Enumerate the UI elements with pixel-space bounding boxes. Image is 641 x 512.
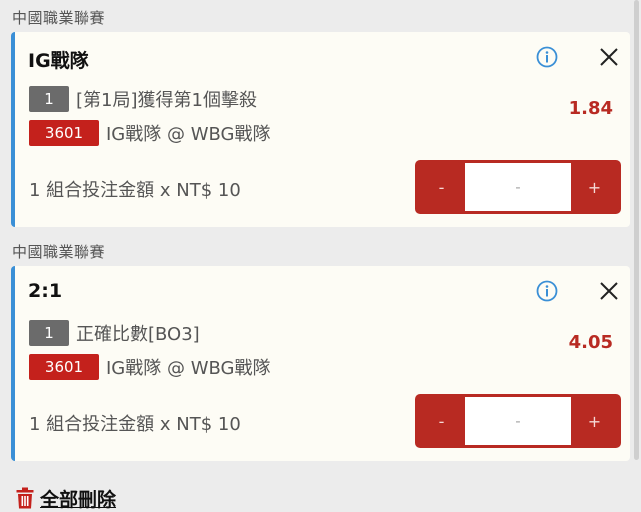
selection-title: 2:1 [28, 280, 63, 302]
stake-stepper: - - + [415, 394, 621, 448]
market-row: 1 [第1局]獲得第1個擊殺 [29, 86, 257, 112]
league-label: 中國職業聯賽 [12, 243, 106, 261]
count-badge: 1 [29, 86, 69, 112]
match-row: 3601 IG戰隊 @ WBG戰隊 [29, 354, 270, 380]
event-id-badge: 3601 [29, 354, 99, 380]
bet-card: IG戰隊 1 [第1局]獲得第1個擊殺 3601 IG戰隊 @ WBG戰隊 1.… [11, 32, 630, 227]
delete-all-label: 全部刪除 [40, 488, 117, 511]
market-row: 1 正確比數[BO3] [29, 320, 200, 346]
stake-summary: 1 組合投注金額 x NT$ 10 [29, 414, 241, 435]
close-icon[interactable] [599, 281, 619, 301]
stake-stepper: - - + [415, 160, 621, 214]
match-name: IG戰隊 @ WBG戰隊 [106, 358, 271, 379]
bet-slip: 中國職業聯賽 IG戰隊 1 [第1局]獲得第1個擊殺 3601 IG戰隊 @ W… [0, 0, 641, 512]
scrollbar[interactable] [634, 0, 639, 460]
bet-card: 2:1 1 正確比數[BO3] 3601 IG戰隊 @ WBG戰隊 4.05 1… [11, 266, 630, 461]
odds-value: 4.05 [568, 332, 613, 353]
league-label: 中國職業聯賽 [12, 9, 106, 27]
event-id-badge: 3601 [29, 120, 99, 146]
decrement-button[interactable]: - [418, 397, 465, 445]
trash-icon [16, 487, 34, 509]
selection-title: IG戰隊 [28, 50, 89, 72]
info-icon[interactable] [536, 46, 558, 68]
market-name: 正確比數[BO3] [76, 324, 200, 345]
stake-input[interactable]: - [465, 163, 571, 211]
decrement-button[interactable]: - [418, 163, 465, 211]
match-row: 3601 IG戰隊 @ WBG戰隊 [29, 120, 270, 146]
count-badge: 1 [29, 320, 69, 346]
odds-value: 1.84 [568, 98, 613, 119]
stake-input[interactable]: - [465, 397, 571, 445]
info-icon[interactable] [536, 280, 558, 302]
increment-button[interactable]: + [571, 397, 618, 445]
close-icon[interactable] [599, 47, 619, 67]
match-name: IG戰隊 @ WBG戰隊 [106, 124, 271, 145]
stake-summary: 1 組合投注金額 x NT$ 10 [29, 180, 241, 201]
delete-all-button[interactable]: 全部刪除 [16, 485, 116, 511]
increment-button[interactable]: + [571, 163, 618, 211]
market-name: [第1局]獲得第1個擊殺 [76, 90, 257, 111]
